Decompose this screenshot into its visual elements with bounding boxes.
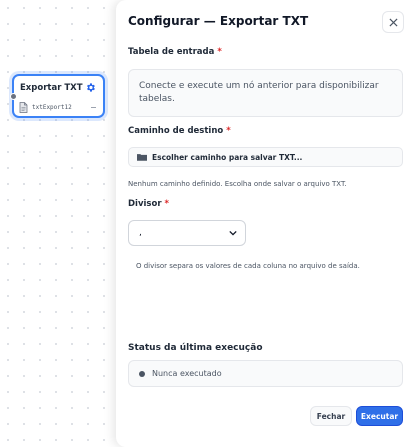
file-icon: [19, 101, 28, 113]
choose-path-button[interactable]: Escolher caminho para salvar TXT...: [128, 147, 403, 167]
status-dot: [139, 370, 145, 377]
folder-icon: [137, 154, 147, 161]
required-mark: *: [164, 199, 169, 209]
node-input-port[interactable]: [10, 93, 17, 100]
node-output-handle[interactable]: [91, 106, 96, 108]
status-title: Status da última execução: [128, 343, 263, 353]
node-title: Exportar TXT: [20, 83, 83, 93]
divider-select[interactable]: ,: [128, 220, 246, 246]
run-button[interactable]: Executar: [356, 406, 403, 426]
status-text: Nunca executado: [152, 369, 222, 378]
divider-label: Divisor *: [128, 199, 169, 209]
divider-selected-value: ,: [139, 228, 142, 238]
input-table-placeholder: Conecte e execute um nó anterior para di…: [139, 81, 379, 104]
close-icon: [388, 17, 398, 27]
input-table-label-text: Tabela de entrada: [128, 47, 215, 57]
destination-label: Caminho de destino *: [128, 126, 231, 136]
export-txt-node[interactable]: Exportar TXT txtExport12: [10, 74, 105, 118]
close-button[interactable]: [382, 11, 404, 33]
required-mark: *: [226, 126, 231, 136]
divider-label-text: Divisor: [128, 199, 162, 209]
node-variable-row: txtExport12: [19, 101, 98, 113]
node-variable-name: txtExport12: [32, 103, 72, 111]
panel-title: Configurar — Exportar TXT: [128, 14, 309, 28]
divider-hint: O divisor separa os valores de cada colu…: [136, 262, 360, 270]
required-mark: *: [217, 47, 222, 57]
status-box: Nunca executado: [128, 360, 403, 387]
destination-label-text: Caminho de destino: [128, 126, 224, 136]
close-footer-button[interactable]: Fechar: [310, 406, 352, 426]
chevron-down-icon: [229, 230, 237, 236]
input-table-dropzone[interactable]: Conecte e execute um nó anterior para di…: [128, 69, 403, 117]
gear-icon[interactable]: [85, 82, 96, 93]
choose-path-label: Escolher caminho para salvar TXT...: [152, 152, 303, 162]
input-table-label: Tabela de entrada *: [128, 47, 222, 57]
config-panel: Configurar — Exportar TXT Tabela de entr…: [116, 0, 412, 447]
destination-hint: Nenhum caminho definido. Escolha onde sa…: [128, 180, 347, 188]
